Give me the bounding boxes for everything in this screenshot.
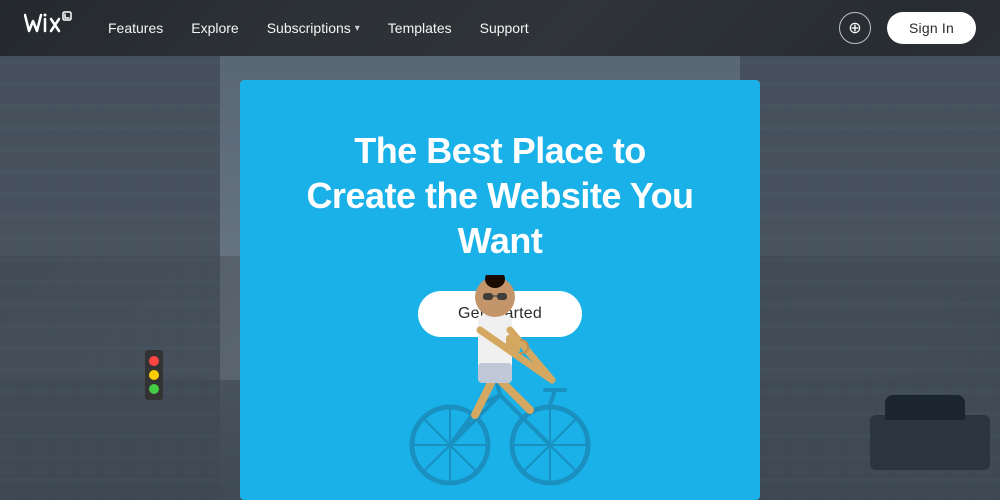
traffic-light-red — [149, 356, 159, 366]
traffic-light — [145, 350, 163, 400]
signin-button[interactable]: Sign In — [887, 12, 976, 44]
traffic-light-green — [149, 384, 159, 394]
nav-link-explore[interactable]: Explore — [191, 20, 238, 36]
language-selector[interactable]: ⊕ — [839, 12, 871, 44]
globe-icon: ⊕ — [848, 18, 861, 38]
hero-illustration — [380, 275, 620, 500]
nav-link-templates[interactable]: Templates — [388, 20, 452, 36]
hero-panel: The Best Place to Create the Website You… — [240, 80, 760, 500]
navbar: Features Explore Subscriptions ▾ Templat… — [0, 0, 1000, 56]
nav-links: Features Explore Subscriptions ▾ Templat… — [108, 20, 839, 36]
subscriptions-chevron: ▾ — [355, 23, 360, 34]
nav-link-subscriptions[interactable]: Subscriptions ▾ — [267, 20, 360, 36]
wix-logo[interactable] — [24, 11, 72, 46]
traffic-light-yellow — [149, 370, 159, 380]
hero-title: The Best Place to Create the Website You… — [280, 128, 720, 263]
nav-right: ⊕ Sign In — [839, 12, 976, 44]
nav-link-features[interactable]: Features — [108, 20, 163, 36]
car-right — [870, 415, 990, 470]
nav-link-support[interactable]: Support — [480, 20, 529, 36]
